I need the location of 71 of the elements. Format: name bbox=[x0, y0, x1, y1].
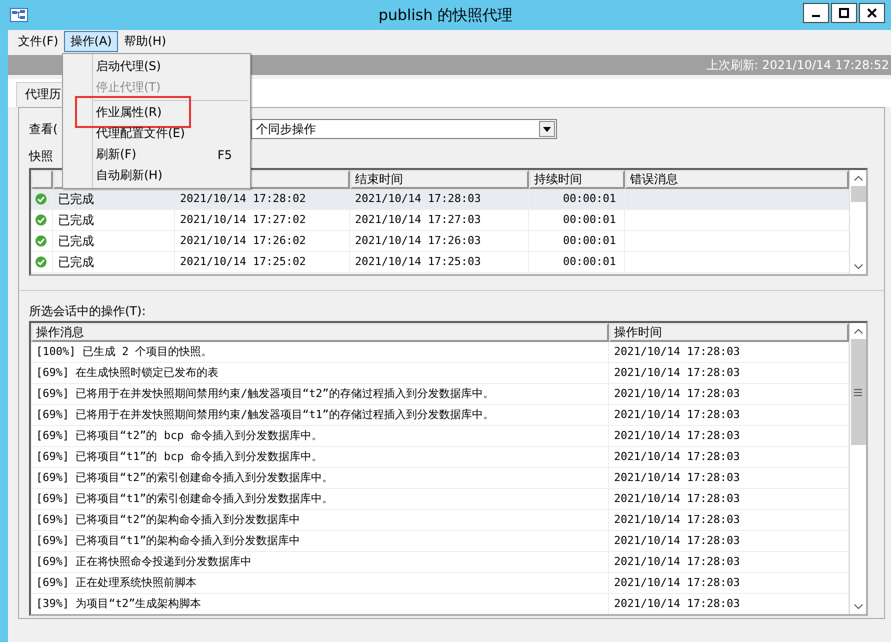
column-header[interactable]: 操作时间 bbox=[609, 323, 849, 342]
last-refresh-text: 上次刷新: 2021/10/14 17:28:52 bbox=[706, 56, 889, 74]
table-cell: 2021/10/14 17:25:03 bbox=[350, 252, 529, 272]
view-label: 查看( bbox=[29, 122, 58, 136]
session-row[interactable]: 已完成 2021/10/14 17:25:02 2021/10/14 17:25:03 00:00:01 bbox=[31, 252, 849, 273]
chevron-up-icon[interactable] bbox=[854, 329, 862, 334]
scrollbar[interactable] bbox=[849, 323, 866, 614]
table-cell: 00:00:01 bbox=[529, 210, 625, 230]
menu-option[interactable]: 刷新(F) F5 bbox=[63, 144, 250, 165]
column-header[interactable] bbox=[31, 170, 53, 189]
check-circle-icon bbox=[35, 193, 47, 205]
menu-item[interactable]: 文件(F) bbox=[12, 30, 64, 52]
maximize-icon bbox=[839, 8, 849, 18]
action-message-cell: [69%] 已将用于在并发快照期间禁用约束/触发器项目“t2”的存储过程插入到分发数据库中。 bbox=[31, 384, 609, 404]
menu-option[interactable]: 代理配置文件(E) bbox=[63, 123, 250, 144]
menu-item[interactable]: 操作(A) bbox=[64, 30, 118, 52]
action-message-cell: [39%] 为项目“t2”生成架构脚本 bbox=[31, 594, 609, 614]
chevron-up-icon[interactable] bbox=[854, 176, 862, 181]
maximize-button[interactable] bbox=[831, 3, 857, 23]
close-icon bbox=[867, 8, 877, 18]
status-cell: 已完成 bbox=[53, 252, 175, 272]
window-title: publish 的快照代理 bbox=[378, 6, 514, 24]
table-cell: 00:00:01 bbox=[529, 189, 625, 209]
check-circle-icon bbox=[35, 214, 47, 226]
table-cell: 2021/10/14 17:27:03 bbox=[350, 210, 529, 230]
table-cell: 2021/10/14 17:27:02 bbox=[175, 210, 350, 230]
actions-label: 所选会话中的操作(T): bbox=[29, 303, 147, 319]
scrollbar-thumb[interactable] bbox=[850, 339, 866, 445]
action-message-cell: [69%] 正在将快照命令投递到分发数据库中 bbox=[31, 552, 609, 572]
session-row[interactable]: 已完成 2021/10/14 17:28:02 2021/10/14 17:28:03 00:00:01 bbox=[31, 189, 849, 210]
action-message-cell: [69%] 已将项目“t1”的架构命令插入到分发数据库中 bbox=[31, 531, 609, 551]
check-circle-icon bbox=[35, 256, 47, 268]
session-row[interactable]: 已完成 2021/10/14 17:27:02 2021/10/14 17:27:03 00:00:01 bbox=[31, 210, 849, 231]
action-message-cell: [69%] 已将项目“t2”的架构命令插入到分发数据库中 bbox=[31, 510, 609, 530]
minimize-button[interactable] bbox=[803, 3, 829, 23]
menu-option[interactable]: 启动代理(S) bbox=[63, 56, 250, 77]
table-cell: 2021/10/14 17:26:02 bbox=[175, 231, 350, 251]
table-cell: 2021/10/14 17:28:03 bbox=[350, 189, 529, 209]
action-message-cell: [69%] 正在处理系统快照前脚本 bbox=[31, 573, 609, 593]
column-header[interactable]: 结束时间 bbox=[350, 170, 529, 189]
column-header[interactable]: 错误消息 bbox=[625, 170, 849, 189]
check-circle-icon bbox=[35, 235, 47, 247]
action-message-cell: [100%] 已生成 2 个项目的快照。 bbox=[31, 342, 609, 362]
session-row[interactable]: 已完成 2021/10/14 17:26:02 2021/10/14 17:26:03 00:00:01 bbox=[31, 231, 849, 252]
menu-item[interactable]: 帮助(H) bbox=[118, 30, 172, 52]
view-dropdown[interactable]: 个同步操作 bbox=[251, 119, 557, 139]
action-message-cell: [69%] 已将项目“t1”的索引创建命令插入到分发数据库中。 bbox=[31, 489, 609, 509]
menu-option[interactable]: 自动刷新(H) bbox=[63, 165, 250, 186]
column-header[interactable]: 操作消息 bbox=[31, 323, 609, 342]
close-button[interactable] bbox=[859, 3, 885, 23]
chevron-down-icon[interactable] bbox=[854, 264, 862, 269]
action-message-cell: [69%] 已将用于在并发快照期间禁用约束/触发器项目“t1”的存储过程插入到分发数据库中。 bbox=[31, 405, 609, 425]
action-message-cell: [69%] 已将项目“t2”的 bcp 命令插入到分发数据库中。 bbox=[31, 426, 609, 446]
app-icon bbox=[10, 8, 28, 22]
sessions-label: 快照 bbox=[29, 149, 53, 163]
table-cell: 2021/10/14 17:26:03 bbox=[350, 231, 529, 251]
action-message-cell: [69%] 已将项目“t2”的索引创建命令插入到分发数据库中。 bbox=[31, 468, 609, 488]
dropdown-arrow-icon bbox=[543, 126, 551, 132]
table-cell: 00:00:01 bbox=[529, 252, 625, 272]
action-message-cell: [69%] 已将项目“t1”的 bcp 命令插入到分发数据库中。 bbox=[31, 447, 609, 467]
table-cell: 2021/10/14 17:25:02 bbox=[175, 252, 350, 272]
table-cell: 00:00:01 bbox=[529, 231, 625, 251]
status-cell: 已完成 bbox=[53, 231, 175, 251]
minimize-icon bbox=[812, 15, 820, 17]
action-message-cell: [69%] 在生成快照时锁定已发布的表 bbox=[31, 363, 609, 383]
scrollbar[interactable] bbox=[849, 170, 866, 274]
status-cell: 已完成 bbox=[53, 210, 175, 230]
grip-icon bbox=[854, 388, 862, 396]
chevron-down-icon[interactable] bbox=[854, 604, 862, 609]
scrollbar-thumb[interactable] bbox=[850, 186, 866, 202]
column-header[interactable]: 持续时间 bbox=[529, 170, 625, 189]
